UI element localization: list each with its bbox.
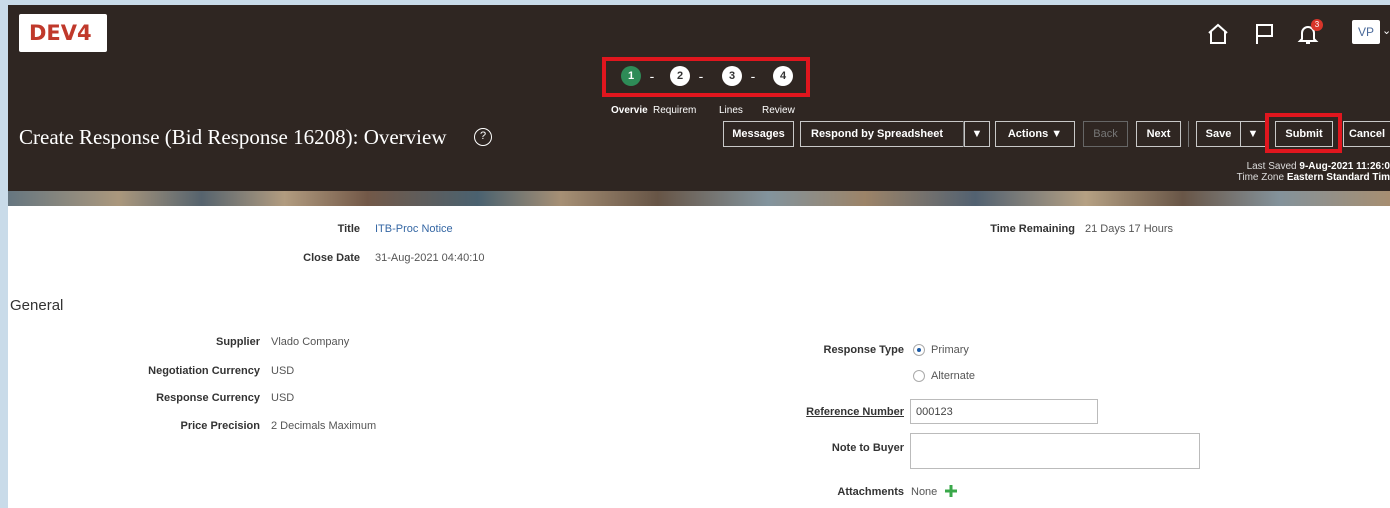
- title-label: Title: [337, 223, 360, 235]
- negotiation-currency-label: Negotiation Currency: [148, 365, 260, 377]
- save-dropdown[interactable]: ▼: [1240, 121, 1266, 147]
- cancel-button[interactable]: Cancel: [1343, 121, 1390, 147]
- radio-primary-label[interactable]: Primary: [931, 343, 1011, 357]
- last-saved-value: 9-Aug-2021 11:26:0: [1299, 161, 1390, 172]
- actions-menu-button[interactable]: Actions ▼: [995, 121, 1075, 147]
- chevron-down-icon: ▼: [1051, 128, 1063, 140]
- price-precision-label: Price Precision: [180, 420, 261, 432]
- response-currency-label: Response Currency: [156, 392, 260, 404]
- environment-badge: DEV4: [19, 14, 107, 52]
- avatar[interactable]: VP: [1352, 20, 1380, 44]
- header-banner-image: [8, 191, 1390, 206]
- note-to-buyer-label: Note to Buyer: [831, 442, 904, 454]
- train-label-review[interactable]: Review: [762, 105, 804, 117]
- messages-button[interactable]: Messages: [723, 121, 794, 147]
- train-step-1[interactable]: 1: [621, 66, 641, 86]
- title-value-link[interactable]: ITB-Proc Notice: [375, 222, 575, 236]
- train-label-requirements[interactable]: Requirem: [653, 105, 711, 117]
- section-title-general: General: [10, 297, 64, 314]
- train-connector: -: [649, 68, 655, 84]
- train-connector: -: [698, 68, 704, 84]
- respond-spreadsheet-dropdown[interactable]: ▼: [964, 121, 990, 147]
- reference-number-label: Reference Number: [806, 406, 904, 418]
- window-edge-left: [0, 0, 8, 508]
- notification-count-badge: 3: [1311, 19, 1323, 31]
- response-currency-value: USD: [271, 392, 295, 404]
- last-saved-label: Last Saved: [1246, 161, 1297, 172]
- divider: [1188, 121, 1189, 147]
- note-to-buyer-textarea[interactable]: [910, 433, 1200, 469]
- flag-icon[interactable]: [1252, 22, 1278, 50]
- time-remaining-value: 21 Days 17 Hours: [1085, 223, 1174, 235]
- respond-by-spreadsheet-button[interactable]: Respond by Spreadsheet: [800, 121, 964, 147]
- supplier-label: Supplier: [215, 336, 260, 348]
- time-zone-label: Time Zone: [1236, 172, 1285, 183]
- negotiation-currency-value: USD: [271, 365, 295, 377]
- close-date-value: 31-Aug-2021 04:40:10: [375, 252, 485, 264]
- plus-icon[interactable]: [944, 484, 960, 500]
- actions-label: Actions: [1007, 128, 1049, 140]
- page-title: Create Response (Bid Response 16208): Ov…: [19, 125, 447, 149]
- radio-alternate[interactable]: [913, 370, 925, 382]
- reference-number-input[interactable]: [910, 399, 1098, 424]
- attachments-value: None: [911, 486, 938, 498]
- train-label-overview[interactable]: Overvie: [611, 105, 653, 117]
- home-icon[interactable]: [1206, 22, 1232, 50]
- save-button[interactable]: Save: [1196, 121, 1241, 147]
- train-label-lines[interactable]: Lines: [719, 105, 749, 117]
- price-precision-value: 2 Decimals Maximum: [271, 420, 377, 432]
- train-step-3[interactable]: 3: [722, 66, 742, 86]
- close-date-label: Close Date: [303, 252, 360, 264]
- back-button[interactable]: Back: [1083, 121, 1128, 147]
- time-zone-value: Eastern Standard Tim: [1286, 172, 1390, 183]
- help-icon[interactable]: ?: [474, 128, 492, 146]
- radio-primary[interactable]: [913, 344, 925, 356]
- next-button[interactable]: Next: [1136, 121, 1181, 147]
- supplier-value: Vlado Company: [271, 336, 350, 348]
- train-step-4[interactable]: 4: [773, 66, 793, 86]
- radio-alternate-label[interactable]: Alternate: [931, 369, 1011, 383]
- train-connector: -: [750, 68, 756, 84]
- time-remaining-label: Time Remaining: [990, 223, 1075, 235]
- submit-highlight-box: [1265, 113, 1342, 153]
- chevron-down-icon[interactable]: ⌄: [1382, 25, 1390, 37]
- train-step-2[interactable]: 2: [670, 66, 690, 86]
- attachments-label: Attachments: [837, 486, 904, 498]
- time-zone-text: Time Zone Eastern Standard Tim: [1100, 172, 1390, 184]
- response-type-label: Response Type: [823, 344, 905, 356]
